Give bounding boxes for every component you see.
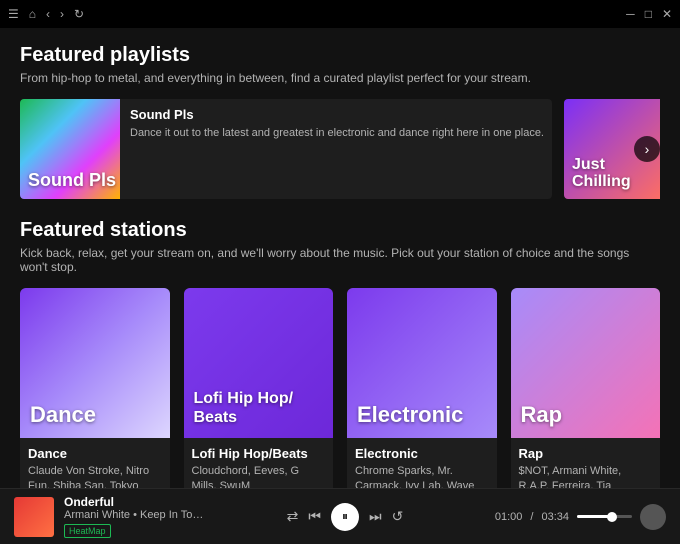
volume-fill [577, 515, 610, 518]
player-right: 01:00 / 03:34 [486, 504, 666, 530]
station-thumb-rap: Rap [511, 288, 661, 438]
station-info-rap: Rap $NOT, Armani White, R.A.P. Ferreira,… [511, 438, 661, 489]
station-label-rap: Rap [521, 402, 563, 428]
station-thumb-lofi: Lofi Hip Hop/ Beats [184, 288, 334, 438]
close-button[interactable]: ✕ [662, 7, 672, 21]
player-song-title: Onderful [64, 495, 204, 509]
playlist-info-sound-pls: Sound Pls Dance it out to the latest and… [130, 99, 552, 199]
station-card-dance[interactable]: Dance Dance Claude Von Stroke, Nitro Fun… [20, 288, 170, 488]
player-time-current: 01:00 [495, 511, 523, 523]
station-card-lofi[interactable]: Lofi Hip Hop/ Beats Lofi Hip Hop/Beats C… [184, 288, 334, 488]
featured-playlists-row: Sound Pls Sound Pls Dance it out to the … [20, 99, 660, 199]
stations-row: Dance Dance Claude Von Stroke, Nitro Fun… [20, 288, 660, 488]
title-bar-left: ☰ ⌂ ‹ › ↻ [8, 7, 84, 21]
refresh-icon[interactable]: ↻ [74, 7, 84, 21]
volume-dot [607, 512, 617, 522]
player-controls: ⇄ ⏮ ⏸ ⏭ ↺ [287, 503, 404, 531]
featured-playlists-title: Featured playlists [20, 44, 660, 67]
featured-stations-title: Featured stations [20, 219, 660, 242]
station-label-lofi: Lofi Hip Hop/ Beats [194, 389, 334, 427]
player-time-sep: / [530, 511, 533, 523]
featured-stations-subtitle: Kick back, relax, get your stream on, an… [20, 246, 660, 274]
featured-playlists-scroll: Sound Pls Sound Pls Dance it out to the … [20, 99, 660, 199]
station-name-lofi: Lofi Hip Hop/Beats [192, 446, 326, 461]
station-artists-dance: Claude Von Stroke, Nitro Fun, Shiba San,… [28, 464, 162, 489]
play-pause-button[interactable]: ⏸ [331, 503, 359, 531]
hamburger-icon[interactable]: ☰ [8, 7, 19, 21]
title-bar: ☰ ⌂ ‹ › ↻ ─ □ ✕ [0, 0, 680, 28]
station-card-rap[interactable]: Rap Rap $NOT, Armani White, R.A.P. Ferre… [511, 288, 661, 488]
player-song-artist: Armani White • Keep In Touch [64, 509, 204, 521]
station-info-lofi: Lofi Hip Hop/Beats Cloudchord, Eeves, G … [184, 438, 334, 489]
station-card-electronic[interactable]: Electronic Electronic Chrome Sparks, Mr.… [347, 288, 497, 488]
station-artists-rap: $NOT, Armani White, R.A.P. Ferreira, Tia… [519, 464, 653, 489]
back-icon[interactable]: ‹ [46, 7, 50, 21]
player-song-info: Onderful Armani White • Keep In Touch He… [64, 495, 204, 539]
main-content: Featured playlists From hip-hop to metal… [0, 28, 680, 488]
station-name-electronic: Electronic [355, 446, 489, 461]
featured-stations-section: Featured stations Kick back, relax, get … [20, 219, 660, 488]
station-info-electronic: Electronic Chrome Sparks, Mr. Carmack, I… [347, 438, 497, 489]
player-album-art [14, 497, 54, 537]
station-label-electronic: Electronic [357, 402, 463, 428]
station-name-dance: Dance [28, 446, 162, 461]
scroll-right-button[interactable]: › [634, 136, 660, 162]
previous-button[interactable]: ⏮ [308, 508, 321, 525]
station-thumb-electronic: Electronic [347, 288, 497, 438]
forward-icon[interactable]: › [60, 7, 64, 21]
featured-playlists-subtitle: From hip-hop to metal, and everything in… [20, 71, 660, 85]
playlist-card-sound-pls[interactable]: Sound Pls Sound Pls Dance it out to the … [20, 99, 552, 199]
player-song-tag[interactable]: HeatMap [64, 524, 111, 538]
featured-playlists-section: Featured playlists From hip-hop to metal… [20, 44, 660, 199]
home-icon[interactable]: ⌂ [29, 7, 36, 21]
volume-bar[interactable] [577, 515, 632, 518]
next-button[interactable]: ⏭ [369, 508, 382, 525]
station-thumb-dance: Dance [20, 288, 170, 438]
repeat-button[interactable]: ↺ [392, 508, 404, 525]
station-info-dance: Dance Claude Von Stroke, Nitro Fun, Shib… [20, 438, 170, 489]
player-bar: Onderful Armani White • Keep In Touch He… [0, 488, 680, 544]
playlist-thumb-sound-pls: Sound Pls [20, 99, 120, 199]
station-name-rap: Rap [519, 446, 653, 461]
station-artists-electronic: Chrome Sparks, Mr. Carmack, Ivy Lab, Wav… [355, 464, 489, 489]
avatar[interactable] [640, 504, 666, 530]
playlist-thumb-label-sound-pls: Sound Pls [28, 171, 116, 191]
station-artists-lofi: Cloudchord, Eeves, G Mills, SwuM [192, 464, 326, 489]
minimize-button[interactable]: ─ [626, 7, 635, 21]
playlist-info-desc-sound-pls: Dance it out to the latest and greatest … [130, 126, 544, 141]
maximize-button[interactable]: □ [645, 7, 652, 21]
player-time-total: 03:34 [541, 511, 569, 523]
station-label-dance: Dance [30, 402, 96, 428]
playlist-info-title-sound-pls: Sound Pls [130, 107, 544, 122]
shuffle-button[interactable]: ⇄ [287, 508, 299, 525]
title-bar-right: ─ □ ✕ [626, 7, 672, 21]
